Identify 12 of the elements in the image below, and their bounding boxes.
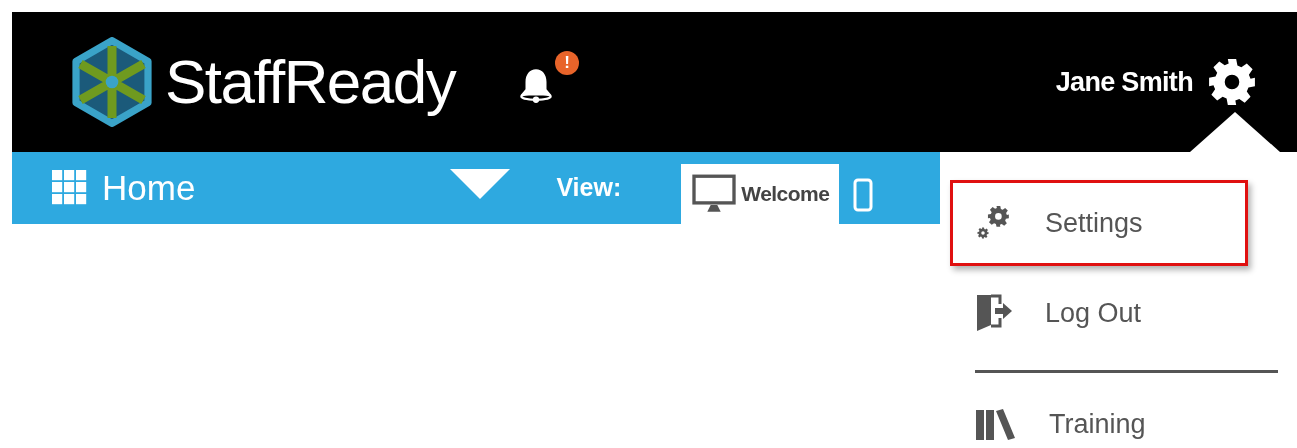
menu-item[interactable]: Settings [950,180,1248,266]
grid-icon[interactable] [52,170,88,206]
view-label: View: [556,172,622,204]
settings-icon[interactable] [1207,57,1257,107]
user-name[interactable]: Jane Smith [1055,61,1193,103]
menu-item[interactable]: Log Out [950,270,1248,356]
notification-badge: ! [555,51,580,75]
monitor-icon [691,174,738,214]
view-tab[interactable]: Welcome [681,164,840,224]
dropdown-triangle-icon[interactable] [450,169,511,199]
menu-item[interactable]: Training [950,381,1248,448]
page-title: Home [102,166,196,209]
